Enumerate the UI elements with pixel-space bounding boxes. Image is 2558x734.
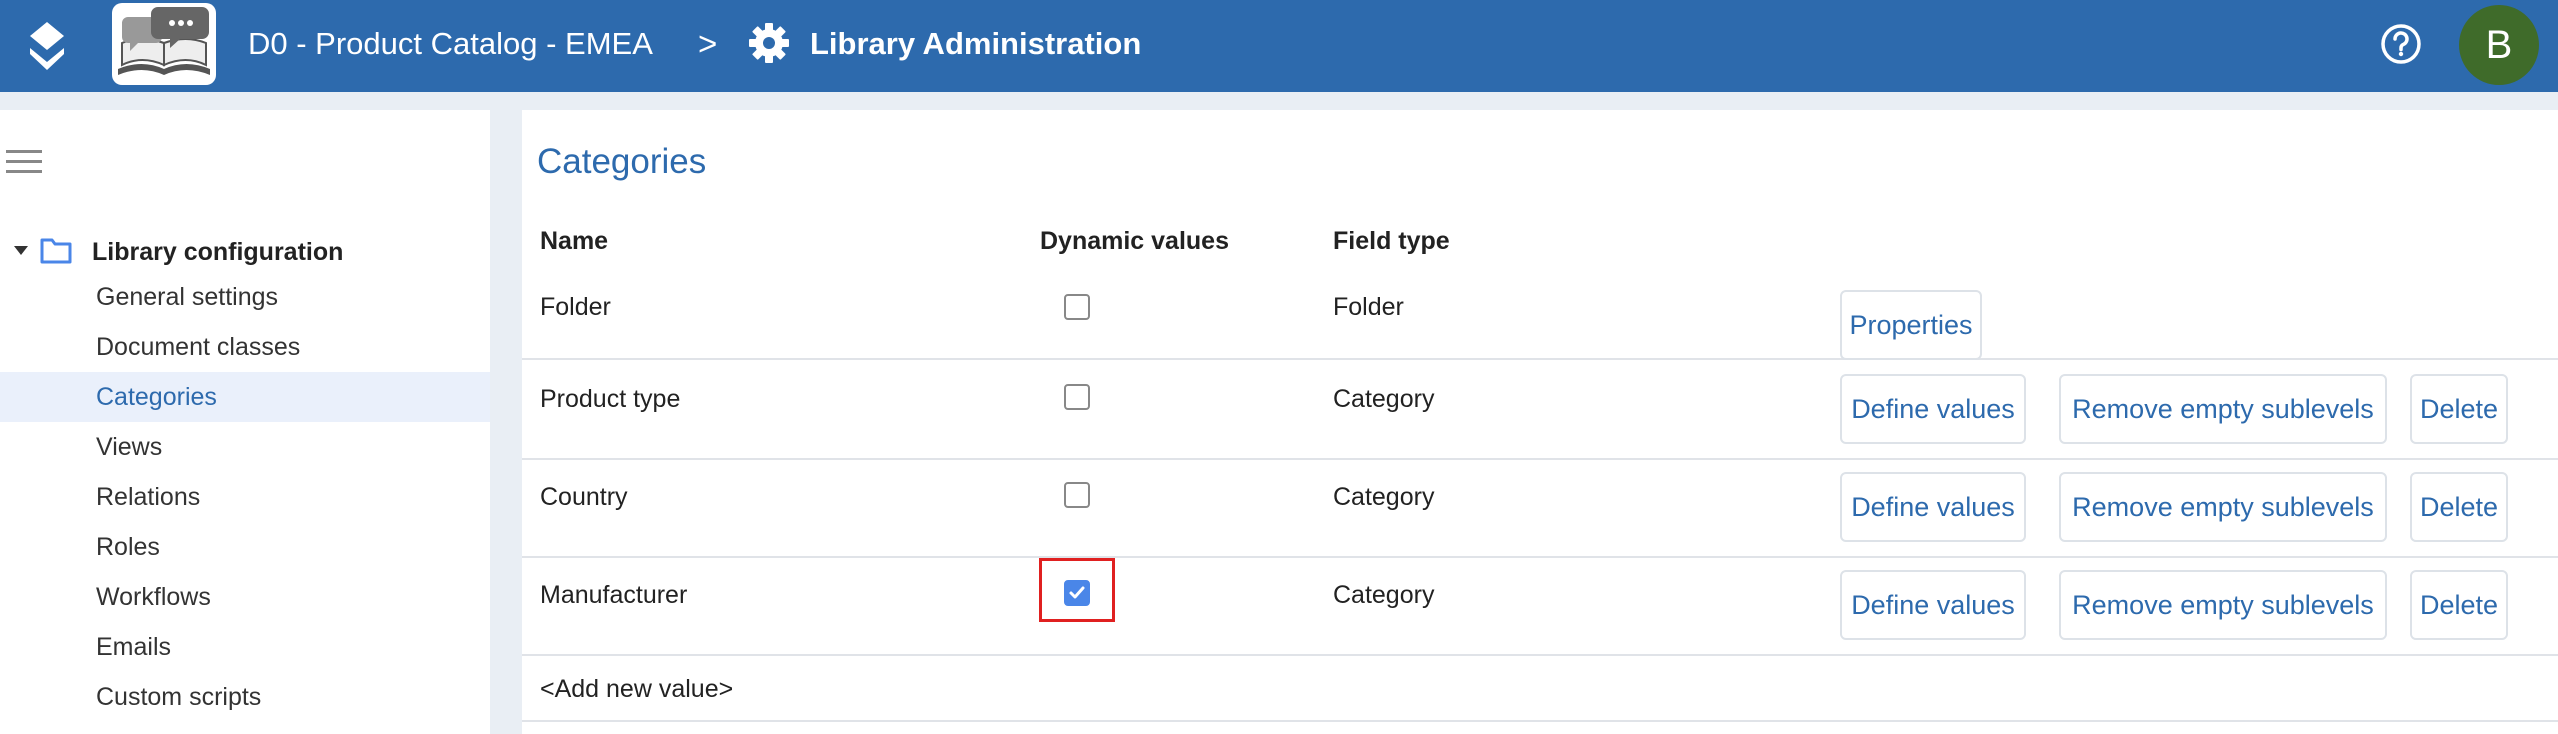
breadcrumb-separator: > — [698, 25, 718, 62]
page-heading-admin: Library Administration — [810, 26, 1142, 61]
help-icon[interactable] — [2379, 22, 2423, 66]
remove-empty-sublevels-button[interactable]: Remove empty sublevels — [2059, 374, 2387, 444]
table-row: Product type Category Define values Remo… — [522, 362, 2558, 460]
avatar[interactable]: B — [2459, 5, 2539, 85]
row-name: Product type — [540, 385, 681, 413]
remove-empty-sublevels-button[interactable]: Remove empty sublevels — [2059, 570, 2387, 640]
delete-button[interactable]: Delete — [2410, 570, 2508, 640]
divider — [522, 720, 2558, 722]
column-header-name: Name — [540, 227, 609, 255]
gear-icon — [749, 23, 789, 63]
define-values-button[interactable]: Define values — [1840, 570, 2026, 640]
table-row: Folder Folder Properties — [522, 262, 2558, 360]
dynamic-values-checkbox[interactable] — [1064, 482, 1090, 508]
sidebar-item-emails[interactable]: Emails — [0, 622, 490, 672]
sidebar-item-document-classes[interactable]: Document classes — [0, 322, 490, 372]
sidebar-item-workflows[interactable]: Workflows — [0, 572, 490, 622]
row-field-type: Category — [1333, 581, 1435, 609]
sidebar-item-categories[interactable]: Categories — [0, 372, 490, 422]
row-field-type: Folder — [1333, 293, 1404, 321]
breadcrumb-library[interactable]: D0 - Product Catalog - EMEA — [248, 24, 653, 64]
library-image[interactable] — [112, 3, 216, 85]
table-row: Manufacturer Category Define values Remo… — [522, 558, 2558, 656]
define-values-button[interactable]: Define values — [1840, 472, 2026, 542]
dynamic-values-checkbox-checked[interactable] — [1064, 580, 1090, 606]
column-header-dynamic-values: Dynamic values — [1040, 227, 1229, 255]
sidebar-item-custom-scripts[interactable]: Custom scripts — [0, 672, 490, 722]
hamburger-menu-icon[interactable] — [6, 150, 42, 176]
column-header-field-type: Field type — [1333, 227, 1450, 255]
page-title: Categories — [537, 142, 707, 181]
tree-node-library-configuration[interactable]: Library configuration — [14, 232, 484, 272]
sidebar-item-relations[interactable]: Relations — [0, 472, 490, 522]
properties-button[interactable]: Properties — [1840, 290, 1982, 360]
remove-empty-sublevels-button[interactable]: Remove empty sublevels — [2059, 472, 2387, 542]
checkmark-icon — [1069, 586, 1085, 599]
sidebar: Library configuration General settings D… — [0, 110, 490, 734]
row-field-type: Category — [1333, 483, 1435, 511]
sidebar-item-general-settings[interactable]: General settings — [0, 272, 490, 322]
delete-button[interactable]: Delete — [2410, 374, 2508, 444]
folder-icon — [40, 238, 72, 264]
delete-button[interactable]: Delete — [2410, 472, 2508, 542]
app-logo-icon[interactable] — [22, 20, 72, 72]
table-row: Country Category Define values Remove em… — [522, 460, 2558, 558]
row-name: Folder — [540, 293, 611, 321]
dynamic-values-checkbox[interactable] — [1064, 294, 1090, 320]
row-field-type: Category — [1333, 385, 1435, 413]
row-name: Country — [540, 483, 628, 511]
add-new-value-link[interactable]: <Add new value> — [540, 674, 733, 704]
top-bar: D0 - Product Catalog - EMEA > Library Ad… — [0, 0, 2558, 92]
tree-root-label: Library configuration — [92, 238, 344, 266]
row-name: Manufacturer — [540, 581, 688, 609]
sidebar-item-roles[interactable]: Roles — [0, 522, 490, 572]
caret-down-icon[interactable] — [14, 246, 28, 255]
main-panel: Categories Name Dynamic values Field typ… — [522, 110, 2558, 734]
define-values-button[interactable]: Define values — [1840, 374, 2026, 444]
dynamic-values-checkbox[interactable] — [1064, 384, 1090, 410]
sidebar-item-views[interactable]: Views — [0, 422, 490, 472]
